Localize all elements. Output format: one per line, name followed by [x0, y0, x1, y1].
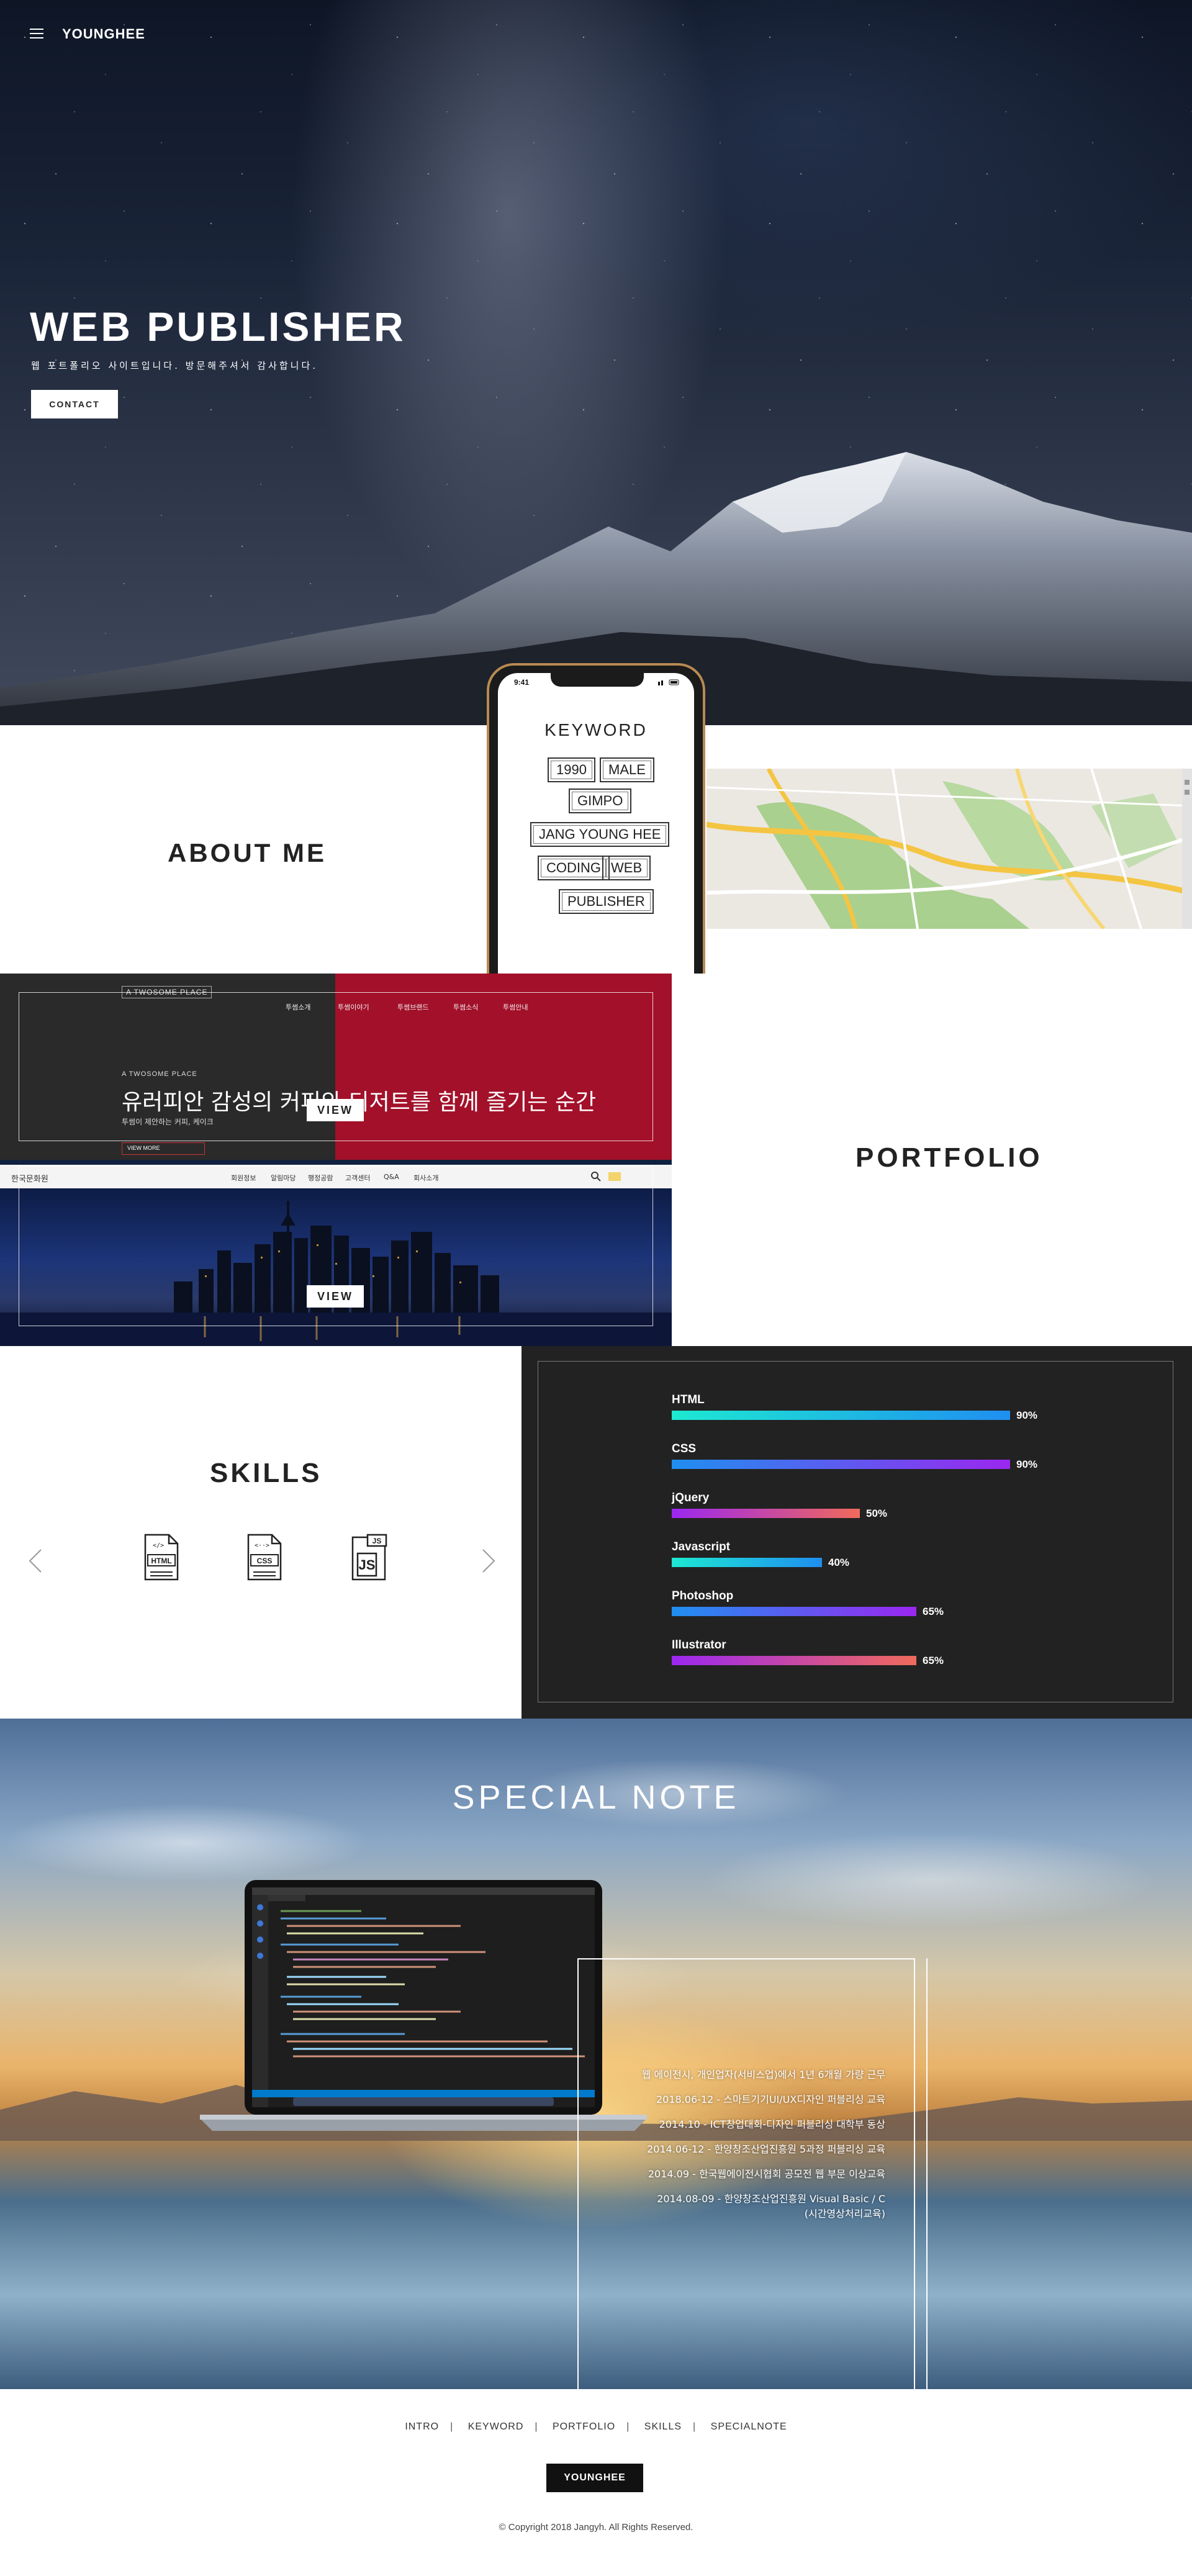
svg-text:CSS: CSS [257, 1557, 273, 1565]
skill-bar [672, 1656, 916, 1665]
chevron-left-icon[interactable] [29, 1548, 42, 1573]
keyword-chip: 1990 [548, 757, 595, 782]
logo[interactable]: YOUNGHEE [62, 26, 145, 42]
footer-separator: | [626, 2421, 630, 2432]
skill-percent: 90% [1016, 1458, 1038, 1470]
view-button[interactable]: VIEW [307, 1285, 364, 1308]
keyword-chip: JANG YOUNG HEE [530, 822, 670, 847]
note-line: 2014.08-09 - 한양창조산업진흥원 Visual Basic / C [657, 2193, 885, 2205]
portfolio-item-culture[interactable]: 한국문화원 회원정보 알림마당 행정공람 고객센터 Q&A 회사소개 VIEW [0, 1160, 672, 1346]
skill-name: jQuery [672, 1491, 710, 1504]
special-note-title: SPECIAL NOTE [452, 1779, 740, 1816]
footer-link-skills[interactable]: SKILLS [644, 2421, 682, 2432]
note-line: 웹 에이전시, 개인업자(서비스업)에서 1년 6개월 가량 근무 [641, 2069, 885, 2081]
footer-link-keyword[interactable]: KEYWORD [468, 2421, 524, 2432]
skill-percent: 65% [923, 1655, 944, 1666]
skill-name: CSS [672, 1442, 697, 1455]
svg-text:JS: JS [372, 1537, 382, 1545]
footer-logo[interactable]: YOUNGHEE [546, 2464, 643, 2492]
footer-link-portfolio[interactable]: PORTFOLIO [553, 2421, 615, 2432]
special-note-divider [926, 1958, 1192, 2389]
note-line: 2014.09 - 한국웹에이전시협회 공모전 웹 부문 이상교육 [648, 2168, 885, 2180]
skill-bar [672, 1558, 822, 1567]
skill-percent: 90% [1016, 1409, 1038, 1421]
svg-text:HTML: HTML [151, 1557, 171, 1565]
skill-percent: 65% [923, 1606, 944, 1617]
skill-name: Javascript [672, 1540, 731, 1553]
skills-title: SKILLS [210, 1458, 322, 1488]
footer-nav: INTRO | KEYWORD | PORTFOLIO | SKILLS | SPECI… [0, 2421, 1192, 2433]
skill-percent: 50% [866, 1507, 888, 1519]
skill-row: HTML 90% [672, 1393, 1037, 1421]
note-line: 2014.06-12 - 한양창조산업진흥원 5과정 퍼블리싱 교육 [647, 2143, 885, 2155]
skills-panel: HTML 90% CSS 90% jQuery 50% Javascript 40% Photo… [522, 1346, 1192, 1719]
view-button[interactable]: VIEW [307, 1099, 364, 1121]
skill-name: HTML [672, 1393, 705, 1406]
keyword-chip: WEB [602, 856, 651, 880]
location-map[interactable] [707, 769, 1192, 929]
note-line: (시간영상처리교육) [804, 2208, 885, 2220]
skill-row: jQuery 50% [672, 1491, 887, 1519]
footer-link-intro[interactable]: INTRO [405, 2421, 439, 2432]
special-note-section: SPECIAL NOTE 웹 에이전시, 개인업자(서비스업)에서 1년 6개월… [0, 1719, 1192, 2389]
twosome-more-button: VIEW MORE [122, 1142, 205, 1155]
js-file-icon: JS JS [351, 1534, 387, 1581]
keyword-chip: CODING [538, 856, 610, 880]
chevron-right-icon[interactable] [482, 1548, 495, 1573]
phone-time: 9:41 [514, 678, 530, 687]
skill-row: CSS 90% [672, 1442, 1037, 1470]
svg-text:</>: </> [153, 1542, 164, 1549]
footer-link-specialnote[interactable]: SPECIALNOTE [711, 2421, 787, 2432]
html-file-icon: </> HTML [144, 1534, 179, 1581]
portfolio-item-twosome[interactable]: A TWOSOME PLACE 투썸소개 투썸이야기 투썸브랜드 투썸소식 투썸… [0, 974, 672, 1160]
keyword-chip: MALE [600, 757, 654, 782]
keyword-title: KEYWORD [544, 720, 648, 739]
keyword-chip: PUBLISHER [559, 889, 654, 914]
keyword-chip: GIMPO [569, 789, 632, 813]
skill-row: Photoshop 65% [672, 1589, 944, 1617]
footer-separator: | [535, 2421, 538, 2432]
battery-icon [658, 679, 679, 685]
svg-text:JS: JS [359, 1557, 376, 1573]
copyright: © Copyright 2018 Jangyh. All Rights Rese… [499, 2522, 693, 2533]
hero-section: YOUNGHEE WEB PUBLISHER 웹 포트폴리오 사이트입니다. 방… [0, 0, 1192, 725]
phone-notch [551, 673, 644, 687]
skill-name: Photoshop [672, 1589, 734, 1602]
footer-separator: | [450, 2421, 454, 2432]
css-file-icon: <··> CSS [247, 1534, 282, 1581]
skill-row: Illustrator 65% [672, 1638, 944, 1666]
skill-name: Illustrator [672, 1638, 726, 1652]
note-line: 2018.06-12 - 스마트기기UI/UX디자인 퍼블리싱 교육 [656, 2094, 885, 2105]
svg-text:<··>: <··> [255, 1542, 269, 1549]
skill-bar [672, 1460, 1010, 1469]
hero-title: WEB PUBLISHER [30, 304, 406, 350]
skill-row: Javascript 40% [672, 1540, 849, 1568]
hero-subtitle: 웹 포트폴리오 사이트입니다. 방문해주셔서 감사합니다. [31, 360, 318, 371]
map-image [707, 769, 1192, 929]
contact-button[interactable]: CONTACT [31, 390, 118, 418]
skill-percent: 40% [828, 1557, 850, 1568]
footer-separator: | [693, 2421, 697, 2432]
menu-icon[interactable] [30, 29, 43, 38]
skill-bar [672, 1607, 916, 1616]
skill-bar [672, 1509, 860, 1518]
phone-screen: 9:41 KEYWORD 1990 MALE GIMPO JANG YOUNG … [498, 673, 694, 974]
about-title: ABOUT ME [168, 838, 327, 867]
phone-mockup: 9:41 KEYWORD 1990 MALE GIMPO JANG YOUNG … [487, 663, 705, 974]
note-line: 2014.10 - ICT창업대회-디자인 퍼블리싱 대학부 동상 [659, 2118, 885, 2130]
skill-bar [672, 1411, 1010, 1420]
portfolio-title: PORTFOLIO [856, 1142, 1043, 1173]
